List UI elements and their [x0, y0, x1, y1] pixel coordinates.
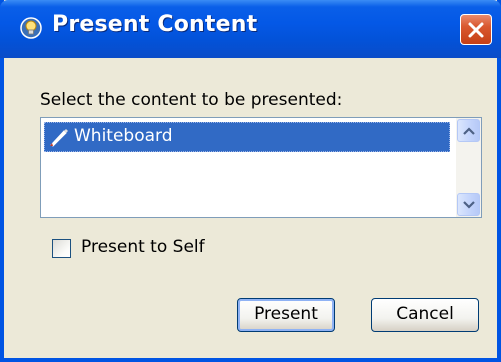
present-to-self-checkbox[interactable]	[52, 239, 71, 258]
list-item-whiteboard[interactable]: Whiteboard	[44, 122, 450, 152]
present-button[interactable]: Present	[237, 298, 335, 332]
content-listbox[interactable]: Whiteboard	[40, 117, 482, 218]
dialog-title: Present Content	[52, 12, 258, 37]
close-x-icon	[468, 22, 484, 38]
cancel-button[interactable]: Cancel	[371, 298, 479, 332]
listbox-scrollbar[interactable]	[456, 118, 481, 217]
chevron-up-icon	[463, 127, 475, 135]
list-item-label: Whiteboard	[74, 126, 173, 146]
close-button[interactable]	[460, 14, 492, 45]
title-bar[interactable]: Present Content	[0, 0, 501, 58]
scroll-down-button[interactable]	[457, 193, 480, 216]
pen-icon	[47, 126, 69, 153]
present-content-dialog: Present Content Select the content to be…	[0, 0, 501, 362]
help-bulb-icon	[20, 17, 42, 39]
select-content-prompt: Select the content to be presented:	[40, 90, 343, 110]
present-to-self-label[interactable]: Present to Self	[81, 237, 205, 257]
chevron-down-icon	[463, 201, 475, 209]
scroll-up-button[interactable]	[457, 119, 480, 142]
